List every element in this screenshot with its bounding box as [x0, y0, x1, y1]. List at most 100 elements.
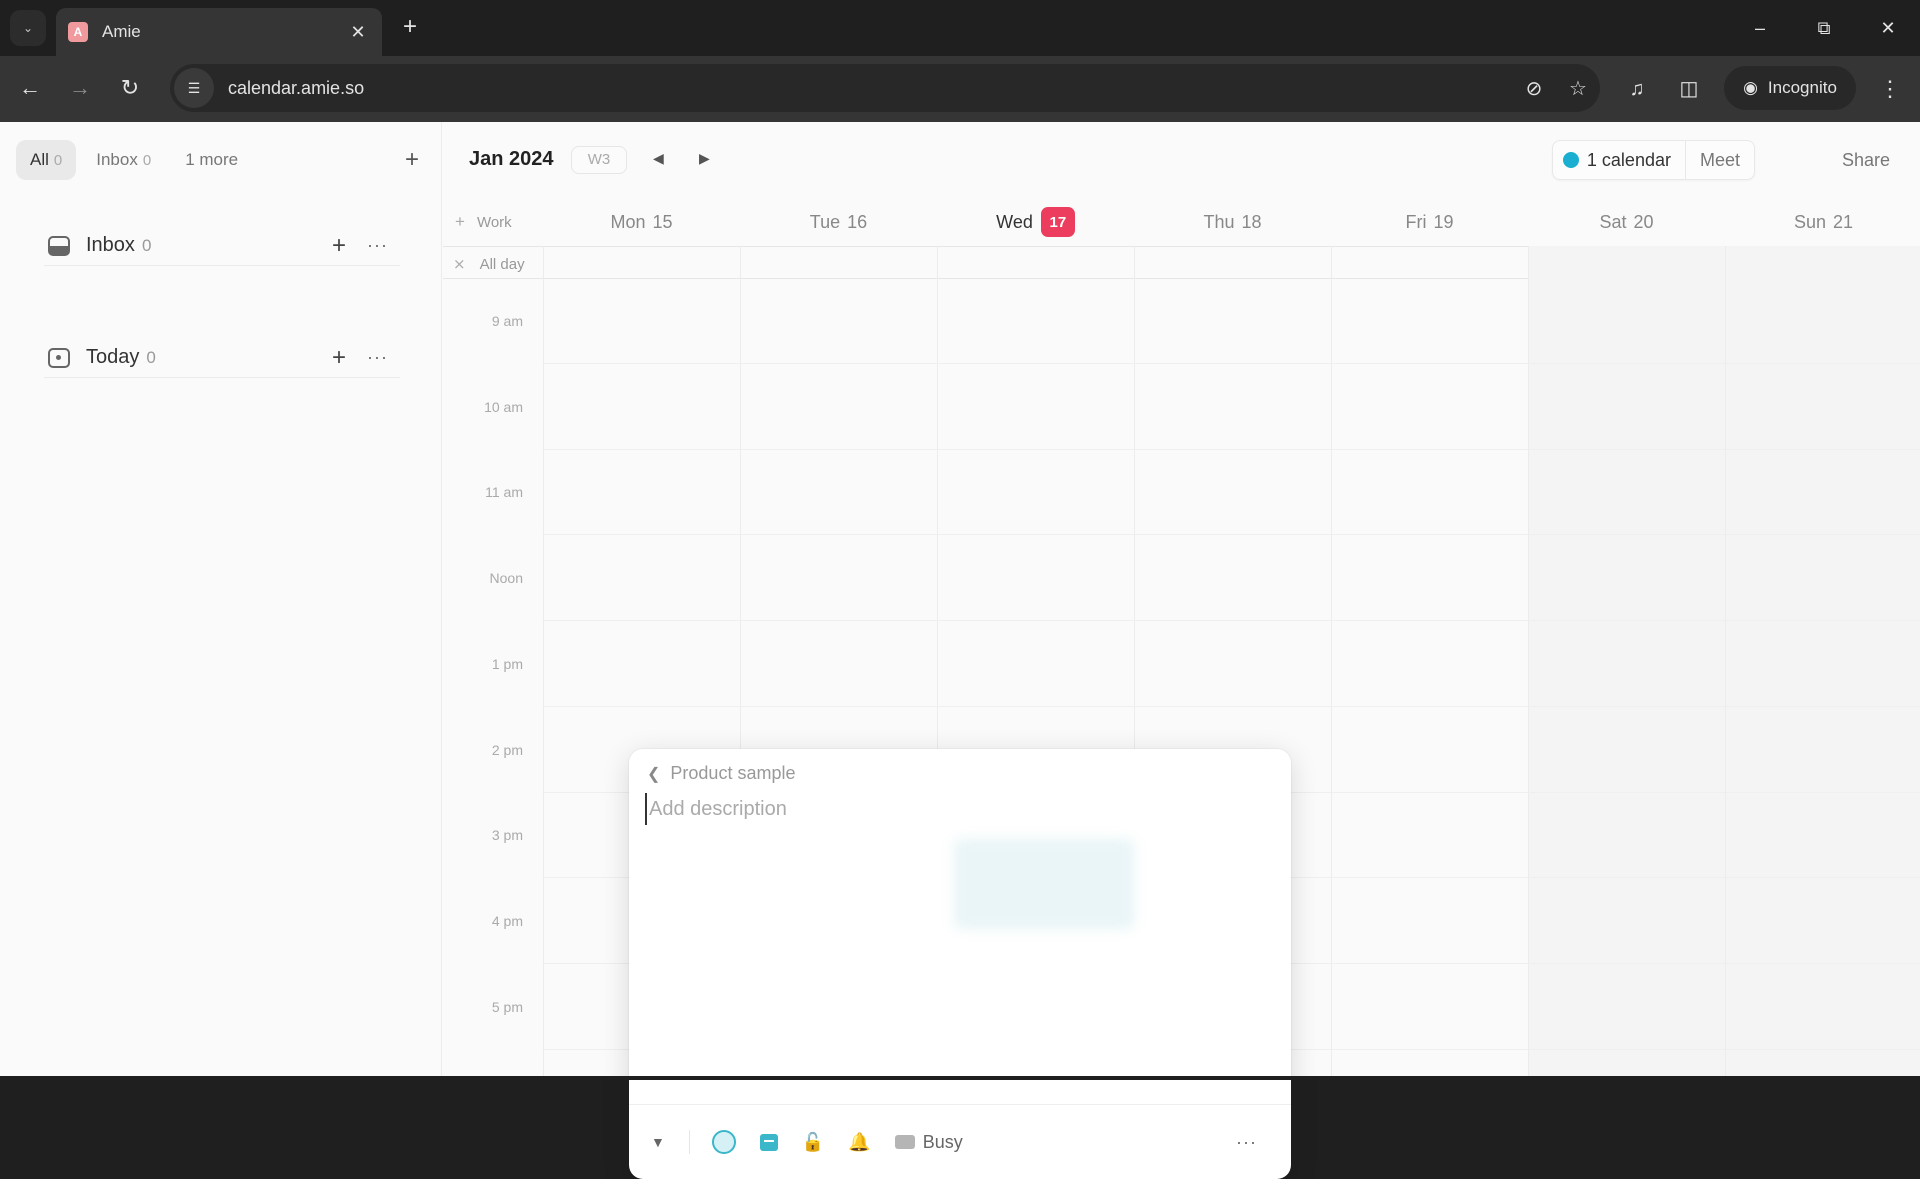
day-date: 21 — [1833, 211, 1854, 232]
chevron-left-icon: ❮ — [647, 765, 661, 783]
tab-title: Amie — [102, 22, 141, 41]
day-column[interactable] — [1725, 246, 1920, 1076]
day-name: Mon — [610, 211, 646, 232]
restore-button[interactable]: ⧉ — [1792, 0, 1856, 56]
busy-swatch-icon — [894, 1135, 915, 1149]
url-text[interactable]: calendar.amie.so — [228, 78, 1512, 99]
day-header-fri[interactable]: Fri 19 — [1331, 202, 1528, 242]
filter-more[interactable]: 1 more — [171, 140, 252, 180]
day-date: 18 — [1241, 211, 1262, 232]
today-more-button[interactable]: ··· — [367, 347, 388, 368]
work-label: Work — [476, 214, 512, 231]
day-name: Sat — [1599, 211, 1627, 232]
filter-all[interactable]: All 0 — [16, 140, 77, 180]
chevron-down-icon: ⌄ — [22, 21, 34, 35]
reload-button[interactable]: ↻ — [114, 72, 146, 104]
close-window-button[interactable]: ✕ — [1856, 0, 1920, 56]
drag-preview — [954, 839, 1134, 929]
day-header-row: + Work Mon 15 Tue 16 Wed 17 Thu 18 Fri 19 Sat 20 Sun 2… — [443, 202, 1920, 242]
footer-divider — [688, 1130, 690, 1154]
add-filter-button[interactable]: + — [405, 146, 419, 174]
all-day-toggle[interactable]: ⨯ All day — [453, 255, 525, 273]
description-input[interactable] — [645, 793, 1245, 825]
meet-button[interactable]: Meet — [1686, 141, 1754, 179]
new-tab-button[interactable]: + — [396, 14, 424, 42]
tune-icon: ☰ — [187, 79, 201, 96]
day-header-wed[interactable]: Wed 17 — [937, 202, 1134, 242]
day-date: 20 — [1633, 211, 1654, 232]
arrow-left-icon: ← — [19, 75, 41, 100]
browser-tab[interactable]: A Amie ✕ — [56, 8, 382, 56]
prev-week-button[interactable]: ◀ — [653, 150, 664, 167]
hour-label: 3 pm — [491, 827, 523, 844]
filter-label: Inbox — [96, 150, 138, 169]
inbox-more-button[interactable]: ··· — [367, 235, 388, 256]
hour-gridline — [543, 705, 1920, 707]
section-today[interactable]: Today 0 + ··· — [44, 338, 400, 378]
add-inbox-task-button[interactable]: + — [332, 232, 346, 260]
calendar-icon[interactable] — [759, 1124, 778, 1160]
hour-gridline — [543, 534, 1920, 536]
back-button[interactable]: ← — [14, 72, 46, 104]
day-name: Sun — [1793, 211, 1826, 232]
share-button[interactable]: Share — [1842, 150, 1890, 171]
tab-list-button[interactable]: ⌄ — [10, 10, 46, 46]
day-name: Fri — [1405, 211, 1427, 232]
availability-label: Busy — [922, 1131, 963, 1152]
work-toggle[interactable]: + Work — [455, 212, 512, 232]
add-today-task-button[interactable]: + — [332, 344, 346, 372]
color-ring-icon[interactable] — [711, 1124, 736, 1160]
week-badge[interactable]: W3 — [571, 146, 627, 174]
address-bar[interactable]: ☰ calendar.amie.so ⊘ ☆ — [170, 64, 1600, 112]
star-icon[interactable]: ☆ — [1556, 76, 1600, 101]
availability-button[interactable]: Busy — [894, 1124, 963, 1160]
amie-app: All 0 Inbox 0 1 more + Inbox 0 + ··· Tod… — [0, 122, 1920, 1179]
kebab-icon[interactable]: ⋮ — [1876, 74, 1904, 104]
hour-gridline — [543, 363, 1920, 364]
bell-icon[interactable]: 🔔 — [848, 1124, 870, 1160]
amie-favicon-icon: A — [68, 22, 88, 42]
day-column[interactable] — [1528, 246, 1725, 1076]
filter-label: All — [30, 150, 49, 169]
calendar-color-dot-icon — [1562, 152, 1579, 168]
meet-label: Meet — [1699, 149, 1740, 170]
eye-off-icon[interactable]: ⊘ — [1512, 76, 1556, 101]
forward-button[interactable]: → — [64, 72, 96, 104]
section-label: Today — [86, 346, 140, 368]
day-column[interactable] — [1331, 246, 1528, 1076]
section-count: 0 — [141, 235, 152, 255]
hour-label: 4 pm — [491, 912, 523, 929]
calendars-button[interactable]: 1 calendar — [1553, 141, 1686, 179]
close-tab-button[interactable]: ✕ — [346, 22, 370, 43]
hour-label: 9 am — [491, 313, 523, 329]
side-panel-icon[interactable]: ◫ — [1674, 74, 1704, 104]
month-title[interactable]: Jan 2024 — [469, 148, 554, 171]
collapse-icon: ⨯ — [453, 256, 466, 273]
more-icon[interactable]: ··· — [1236, 1132, 1257, 1153]
next-week-button[interactable]: ▶ — [699, 150, 710, 167]
day-date: 19 — [1433, 211, 1454, 232]
site-info-button[interactable]: ☰ — [174, 68, 214, 108]
day-header-sun[interactable]: Sun 21 — [1725, 202, 1920, 242]
day-header-tue[interactable]: Tue 16 — [740, 202, 937, 242]
day-header-mon[interactable]: Mon 15 — [543, 202, 740, 242]
popover-footer: ▼ 🔓 🔔 Busy ··· — [629, 1104, 1291, 1179]
day-date: 16 — [847, 211, 868, 232]
section-inbox[interactable]: Inbox 0 + ··· — [44, 226, 400, 266]
minimize-button[interactable]: – — [1728, 0, 1792, 56]
filter-inbox[interactable]: Inbox 0 — [82, 140, 165, 180]
hour-gridline — [543, 620, 1920, 622]
back-to-event-button[interactable]: ❮ Product sample — [647, 763, 795, 784]
hour-label: 11 am — [485, 484, 523, 501]
day-header-thu[interactable]: Thu 18 — [1134, 202, 1331, 242]
incognito-badge[interactable]: ◉ Incognito — [1724, 66, 1856, 110]
plus-icon: + — [455, 212, 465, 231]
event-description-popover: ❮ Product sample ▼ 🔓 🔔 Busy ··· — [629, 749, 1291, 1179]
caret-down-icon[interactable]: ▼ — [651, 1124, 665, 1160]
media-queue-icon[interactable]: ♫ — [1622, 74, 1652, 104]
filter-label: 1 more — [185, 150, 239, 169]
day-header-sat[interactable]: Sat 20 — [1528, 202, 1725, 242]
inbox-icon — [48, 235, 70, 256]
arrow-right-icon: → — [69, 75, 91, 100]
unlock-icon[interactable]: 🔓 — [802, 1124, 824, 1160]
